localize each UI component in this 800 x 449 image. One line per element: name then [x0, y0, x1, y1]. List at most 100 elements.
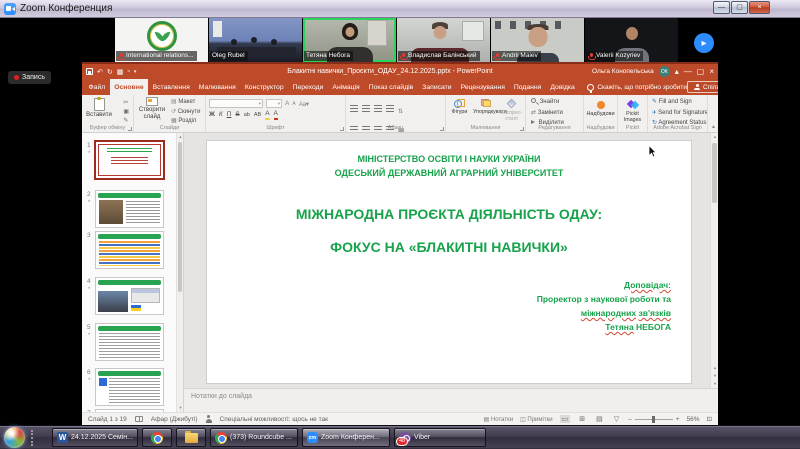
slide-thumbnail-2[interactable] — [95, 190, 164, 228]
tell-me-box[interactable]: Скажіть, що потрібно зробити — [597, 84, 687, 91]
slideshow-view-icon[interactable] — [612, 415, 621, 423]
notes-pane[interactable]: Нотатки до слайда — [184, 388, 718, 412]
send-for-signature-button[interactable]: Send for Signature — [650, 108, 705, 119]
taskbar-chrome-button[interactable] — [142, 428, 172, 447]
tab-review[interactable]: Рецензування — [456, 79, 509, 95]
zoom-track[interactable] — [635, 419, 673, 420]
highlight-color-icon[interactable]: А — [265, 110, 269, 120]
scroll-down-icon[interactable] — [177, 404, 184, 412]
tab-animations[interactable]: Анімація — [328, 79, 364, 95]
participant-tile-international-relations[interactable]: International relations... — [115, 18, 208, 62]
redo-icon[interactable] — [107, 68, 113, 76]
recording-indicator[interactable]: Запись — [8, 71, 51, 84]
scrollbar-thumb[interactable] — [712, 143, 717, 203]
taskbar-roundcube-button[interactable]: (373) Roundcube ... — [210, 428, 298, 447]
taskbar-viber-button[interactable]: 48 Viber — [394, 428, 486, 447]
zoom-out-icon[interactable] — [628, 416, 632, 423]
normal-view-icon[interactable] — [560, 415, 571, 423]
quick-styles-button[interactable]: Експрес-стилі — [500, 99, 523, 122]
ribbon-display-options-icon[interactable] — [675, 67, 679, 77]
book-icon[interactable] — [135, 416, 143, 422]
slide-thumbnail-5[interactable] — [95, 323, 164, 361]
undo-icon[interactable] — [97, 68, 103, 76]
pickit-button[interactable]: Pickit Images — [620, 100, 645, 123]
start-orb-icon[interactable] — [4, 427, 25, 448]
arrange-button[interactable]: Упорядкувати — [473, 99, 498, 122]
underline-button[interactable]: П — [227, 111, 232, 119]
reading-view-icon[interactable] — [594, 415, 605, 423]
fill-and-sign-button[interactable]: Fill and Sign — [650, 97, 705, 108]
scroll-down-icon[interactable] — [711, 380, 718, 388]
tab-help[interactable]: Довідка — [546, 79, 579, 95]
slide-thumbnail-3[interactable] — [95, 231, 164, 269]
tab-draw[interactable]: Малювання — [194, 79, 240, 95]
notes-toggle[interactable]: Нотатки — [484, 416, 514, 423]
ppt-close-button[interactable] — [709, 67, 714, 77]
participant-tile-andrii-maiev[interactable]: Andrii Maiev — [491, 18, 584, 62]
collapse-ribbon-icon[interactable] — [712, 123, 715, 130]
numbering-icon[interactable] — [362, 105, 370, 112]
close-button[interactable] — [749, 1, 770, 14]
scroll-up-icon[interactable] — [711, 133, 718, 141]
replace-button[interactable]: Замінити — [528, 108, 581, 119]
strikethrough-button[interactable]: S — [235, 111, 239, 119]
slide-scrollbar[interactable] — [710, 133, 718, 388]
taskbar-explorer-button[interactable] — [176, 428, 206, 447]
avatar[interactable]: ОК — [659, 66, 670, 77]
slide-sorter-view-icon[interactable] — [577, 415, 587, 423]
grow-font-icon[interactable] — [285, 100, 289, 107]
text-shadow-icon[interactable]: ab — [244, 111, 250, 119]
thumbnail-scrollbar[interactable] — [176, 133, 183, 412]
scrollbar-thumb[interactable] — [178, 142, 182, 292]
participant-tile-tetiana-neboha[interactable]: Тетяна Небога — [303, 18, 396, 62]
bold-button[interactable]: Ж — [209, 111, 215, 119]
accessibility-status[interactable]: Спеціальні можливості: щось не так — [220, 416, 328, 423]
participant-tile-valerii-kozyriev[interactable]: Valerii Kozyriev — [585, 18, 678, 62]
tab-slideshow[interactable]: Показ слайдів — [364, 79, 418, 95]
tab-home[interactable]: Основне — [110, 79, 148, 95]
slide-thumbnail-4[interactable] — [95, 277, 164, 315]
ppt-minimize-button[interactable] — [684, 67, 692, 77]
participant-tile-vladyslav-balinskyi[interactable]: Владислав Балінський — [397, 18, 490, 62]
decrease-indent-icon[interactable] — [374, 105, 382, 112]
layout-button[interactable]: Макет — [171, 98, 200, 108]
cut-icon[interactable]: ✂ — [123, 99, 129, 106]
line-spacing-icon[interactable] — [398, 100, 403, 118]
copy-icon[interactable]: ▣ — [123, 108, 129, 115]
slide-thumbnail-1[interactable] — [94, 140, 165, 180]
tab-transitions[interactable]: Переходи — [288, 79, 328, 95]
scroll-up-icon[interactable] — [177, 133, 184, 141]
previous-slide-icon[interactable] — [711, 364, 718, 372]
save-icon[interactable] — [86, 68, 93, 75]
comments-toggle[interactable]: Примітки — [520, 416, 553, 423]
zoom-percent[interactable]: 56% — [687, 416, 700, 423]
reset-button[interactable]: Скинути — [171, 108, 200, 118]
font-size-select[interactable] — [266, 99, 282, 108]
slide-thumbnail-6[interactable] — [95, 368, 164, 406]
minimize-button[interactable] — [713, 1, 730, 14]
addins-button[interactable]: Надбудови — [586, 101, 615, 117]
qat-custom-icon[interactable] — [127, 68, 129, 75]
italic-button[interactable]: К — [219, 111, 223, 119]
paste-button[interactable]: Вставити — [84, 98, 114, 119]
fit-slide-icon[interactable] — [707, 415, 712, 423]
participant-tile-oleg-rubel[interactable]: Oleg Rubel — [209, 18, 302, 62]
font-color-icon[interactable]: А — [274, 110, 278, 120]
bullets-icon[interactable] — [350, 105, 358, 112]
language-indicator[interactable]: Афар (Джибуті) — [151, 416, 198, 423]
shrink-font-icon[interactable] — [292, 100, 295, 107]
qat-caret-icon[interactable] — [134, 68, 137, 75]
slideshow-icon[interactable] — [117, 68, 124, 76]
increase-indent-icon[interactable] — [386, 105, 394, 112]
tab-record[interactable]: Записати — [418, 79, 456, 95]
tab-insert[interactable]: Вставлення — [148, 79, 194, 95]
find-button[interactable]: Знайти — [528, 97, 581, 108]
share-button[interactable]: Спільний доступ — [687, 81, 718, 93]
shapes-button[interactable]: Фігури — [448, 99, 471, 122]
maximize-button[interactable] — [731, 1, 748, 14]
next-participants-button[interactable] — [694, 33, 714, 53]
change-case-icon[interactable] — [299, 100, 309, 108]
tab-design[interactable]: Конструктор — [240, 79, 288, 95]
tab-file[interactable]: Файл — [84, 79, 110, 95]
ppt-restore-button[interactable] — [697, 67, 705, 77]
